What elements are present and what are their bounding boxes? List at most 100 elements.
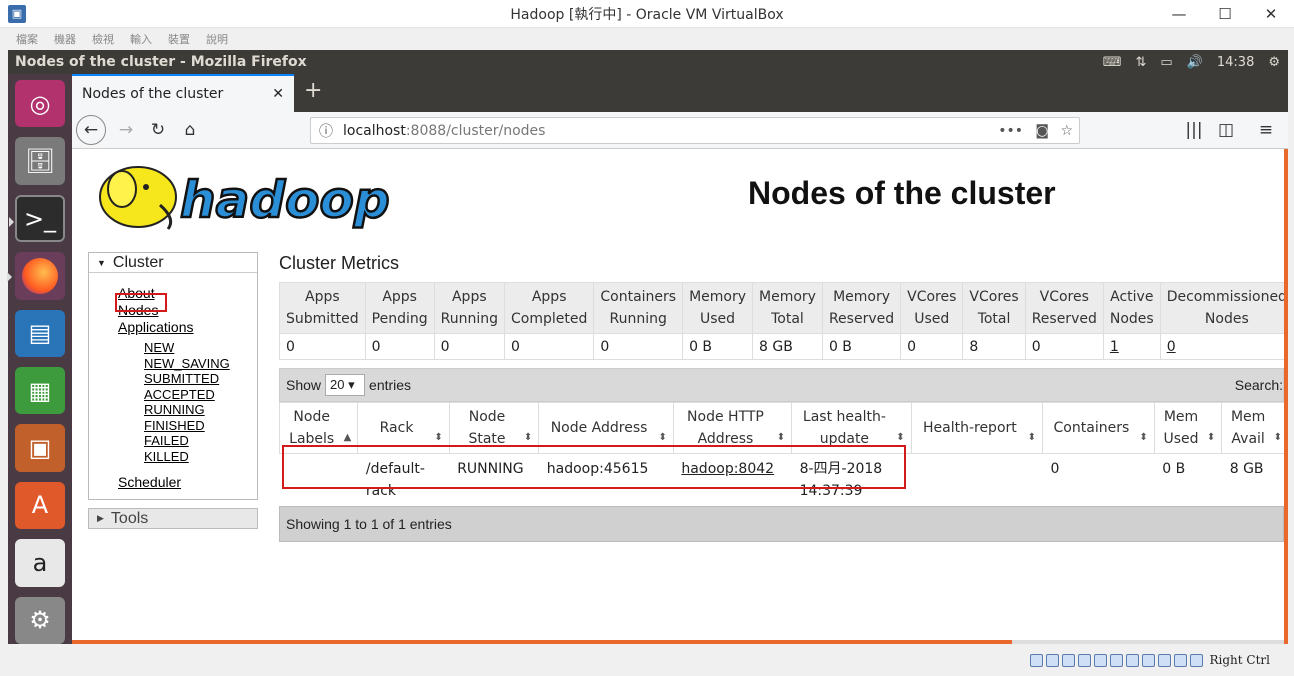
info-icon[interactable]: ⓘ — [319, 121, 333, 141]
link-applications[interactable]: Applications — [118, 319, 257, 336]
metric-header: Apps Submitted — [279, 282, 366, 334]
menu-help[interactable]: 說明 — [206, 31, 228, 47]
menu-machine[interactable]: 機器 — [54, 31, 76, 47]
hdd-icon[interactable] — [1029, 653, 1043, 667]
metric-value[interactable]: 0 — [1159, 333, 1284, 360]
amazon-icon[interactable]: a — [15, 539, 65, 587]
url-bar[interactable]: ⓘ localhost:8088/cluster/nodes ••• ◙ ☆ — [310, 117, 1080, 144]
link-scheduler[interactable]: Scheduler — [118, 474, 257, 491]
terminal-icon[interactable]: >_ — [9, 194, 65, 243]
link-app-new-saving[interactable]: NEW_SAVING — [144, 356, 257, 372]
link-app-running[interactable]: RUNNING — [144, 402, 257, 418]
hadoop-page: hadoop Nodes of the cluster ▼ Cluster Abo… — [72, 149, 1284, 644]
usb-icon[interactable] — [1093, 653, 1107, 667]
cell-health-report — [911, 454, 1042, 507]
back-button[interactable]: ← — [76, 115, 106, 145]
settings-icon[interactable]: ⚙ — [15, 596, 65, 644]
cell-containers: 0 — [1050, 461, 1060, 477]
sidebar: ▼ Cluster About Nodes Applications NEW NE… — [88, 252, 258, 529]
column-header[interactable]: Mem Used ⬍ — [1153, 402, 1223, 454]
link-app-killed[interactable]: KILLED — [144, 449, 257, 465]
page-actions-icon[interactable]: ••• — [998, 123, 1023, 139]
forward-button[interactable]: → — [112, 116, 140, 144]
entries-select[interactable]: 20 ▾ — [325, 374, 366, 396]
files-icon[interactable]: 🗄 — [15, 137, 65, 185]
metric-value[interactable]: 1 — [1102, 333, 1161, 360]
sort-icon[interactable]: ⬍ — [1207, 427, 1215, 449]
tab-nodes[interactable]: Nodes of the cluster ✕ — [72, 74, 294, 112]
metric-header: Apps Pending — [364, 282, 435, 334]
bookmark-star-icon[interactable]: ☆ — [1060, 123, 1073, 139]
guest-screen: Nodes of the cluster - Mozilla Firefox ⌨… — [7, 50, 1288, 644]
page-title: Nodes of the cluster — [748, 175, 1056, 211]
ubuntu-dash-icon[interactable]: ◎ — [15, 80, 65, 128]
reload-button[interactable]: ↻ — [144, 116, 172, 144]
menu-file[interactable]: 檔案 — [16, 31, 38, 47]
metric-header: VCores Reserved — [1024, 282, 1104, 334]
clock[interactable]: 14:38 — [1217, 55, 1254, 70]
virtualbox-titlebar: ▣ Hadoop [執行中] - Oracle VM VirtualBox — … — [0, 0, 1294, 28]
host-key-label: Right Ctrl — [1209, 653, 1271, 667]
link-app-failed[interactable]: FAILED — [144, 433, 257, 449]
metric-value: 0 B — [682, 333, 754, 360]
sort-icon[interactable]: ⬍ — [1274, 427, 1282, 449]
menu-input[interactable]: 輸入 — [130, 31, 152, 47]
battery-icon[interactable]: ▭ — [1160, 55, 1172, 70]
impress-icon[interactable]: ▣ — [15, 424, 65, 472]
gear-icon[interactable]: ⚙ — [1268, 55, 1280, 70]
writer-icon[interactable]: ▤ — [15, 309, 65, 358]
vertical-scrollbar[interactable] — [1284, 149, 1288, 644]
link-app-finished[interactable]: FINISHED — [144, 418, 257, 434]
home-button[interactable]: ⌂ — [176, 116, 204, 144]
shared-folder-icon[interactable] — [1109, 653, 1123, 667]
minimize-button[interactable]: — — [1156, 0, 1202, 28]
close-button[interactable]: ✕ — [1248, 0, 1294, 28]
calc-icon[interactable]: ▦ — [15, 367, 65, 415]
network-icon[interactable]: ⇅ — [1135, 55, 1146, 70]
software-center-icon[interactable]: A — [15, 481, 65, 530]
ubuntu-top-panel: Nodes of the cluster - Mozilla Firefox ⌨… — [8, 50, 1288, 74]
keyboard-icon[interactable]: ⌨ — [1103, 55, 1122, 70]
close-tab-icon[interactable]: ✕ — [272, 86, 284, 102]
column-header[interactable]: Health-report ⬍ — [910, 402, 1044, 454]
metric-header: Memory Reserved — [821, 282, 902, 334]
menu-view[interactable]: 檢視 — [92, 31, 114, 47]
menu-devices[interactable]: 裝置 — [168, 31, 190, 47]
main-content: Cluster Metrics Apps Submitted Apps Pending… — [278, 253, 1284, 542]
ubuntu-launcher: ◎ 🗄 >_ ▤ ▦ ▣ A a ⚙ — [7, 74, 72, 644]
svg-text:hadoop: hadoop — [180, 171, 390, 229]
metric-value: 0 — [503, 333, 595, 360]
volume-icon[interactable]: 🔊 — [1187, 55, 1203, 70]
sort-icon[interactable]: ⬍ — [1139, 427, 1147, 449]
optical-icon[interactable] — [1045, 653, 1059, 667]
new-tab-button[interactable]: + — [304, 78, 322, 103]
link-app-submitted[interactable]: SUBMITTED — [144, 371, 257, 387]
sidebar-icon[interactable]: ◫ — [1212, 116, 1240, 144]
column-header[interactable]: Containers ⬍ — [1042, 402, 1155, 454]
recording-icon[interactable] — [1141, 653, 1155, 667]
tools-section-header[interactable]: ▶ Tools — [88, 508, 258, 529]
menu-icon[interactable]: ≡ — [1252, 116, 1280, 144]
nodes-highlight-box — [115, 293, 167, 312]
virtualbox-menubar: 檔案 機器 檢視 輸入 裝置 說明 — [0, 28, 1294, 50]
metric-header: Memory Used — [682, 282, 754, 334]
keyboard-capture-icon[interactable] — [1189, 653, 1203, 667]
maximize-button[interactable]: ☐ — [1202, 0, 1248, 28]
display-icon[interactable] — [1125, 653, 1139, 667]
cluster-section-header[interactable]: ▼ Cluster — [89, 253, 257, 273]
link-app-new[interactable]: NEW — [144, 340, 257, 356]
metric-value: 8 GB — [752, 333, 823, 360]
firefox-icon[interactable] — [7, 252, 65, 300]
metric-header: Containers Running — [593, 282, 684, 334]
column-header[interactable]: Mem Avail ⬍ — [1221, 402, 1284, 454]
mouse-integration-icon[interactable] — [1173, 653, 1187, 667]
table-footer: Showing 1 to 1 of 1 entries — [279, 506, 1284, 542]
pocket-icon[interactable]: ◙ — [1035, 123, 1049, 139]
link-app-accepted[interactable]: ACCEPTED — [144, 387, 257, 403]
cpu-icon[interactable] — [1157, 653, 1171, 667]
network-adapter-icon[interactable] — [1077, 653, 1091, 667]
sort-icon[interactable]: ⬍ — [1028, 427, 1036, 449]
metric-header: Decommissioned Nodes — [1159, 282, 1284, 334]
audio-icon[interactable] — [1061, 653, 1075, 667]
library-icon[interactable]: ||| — [1180, 116, 1208, 144]
